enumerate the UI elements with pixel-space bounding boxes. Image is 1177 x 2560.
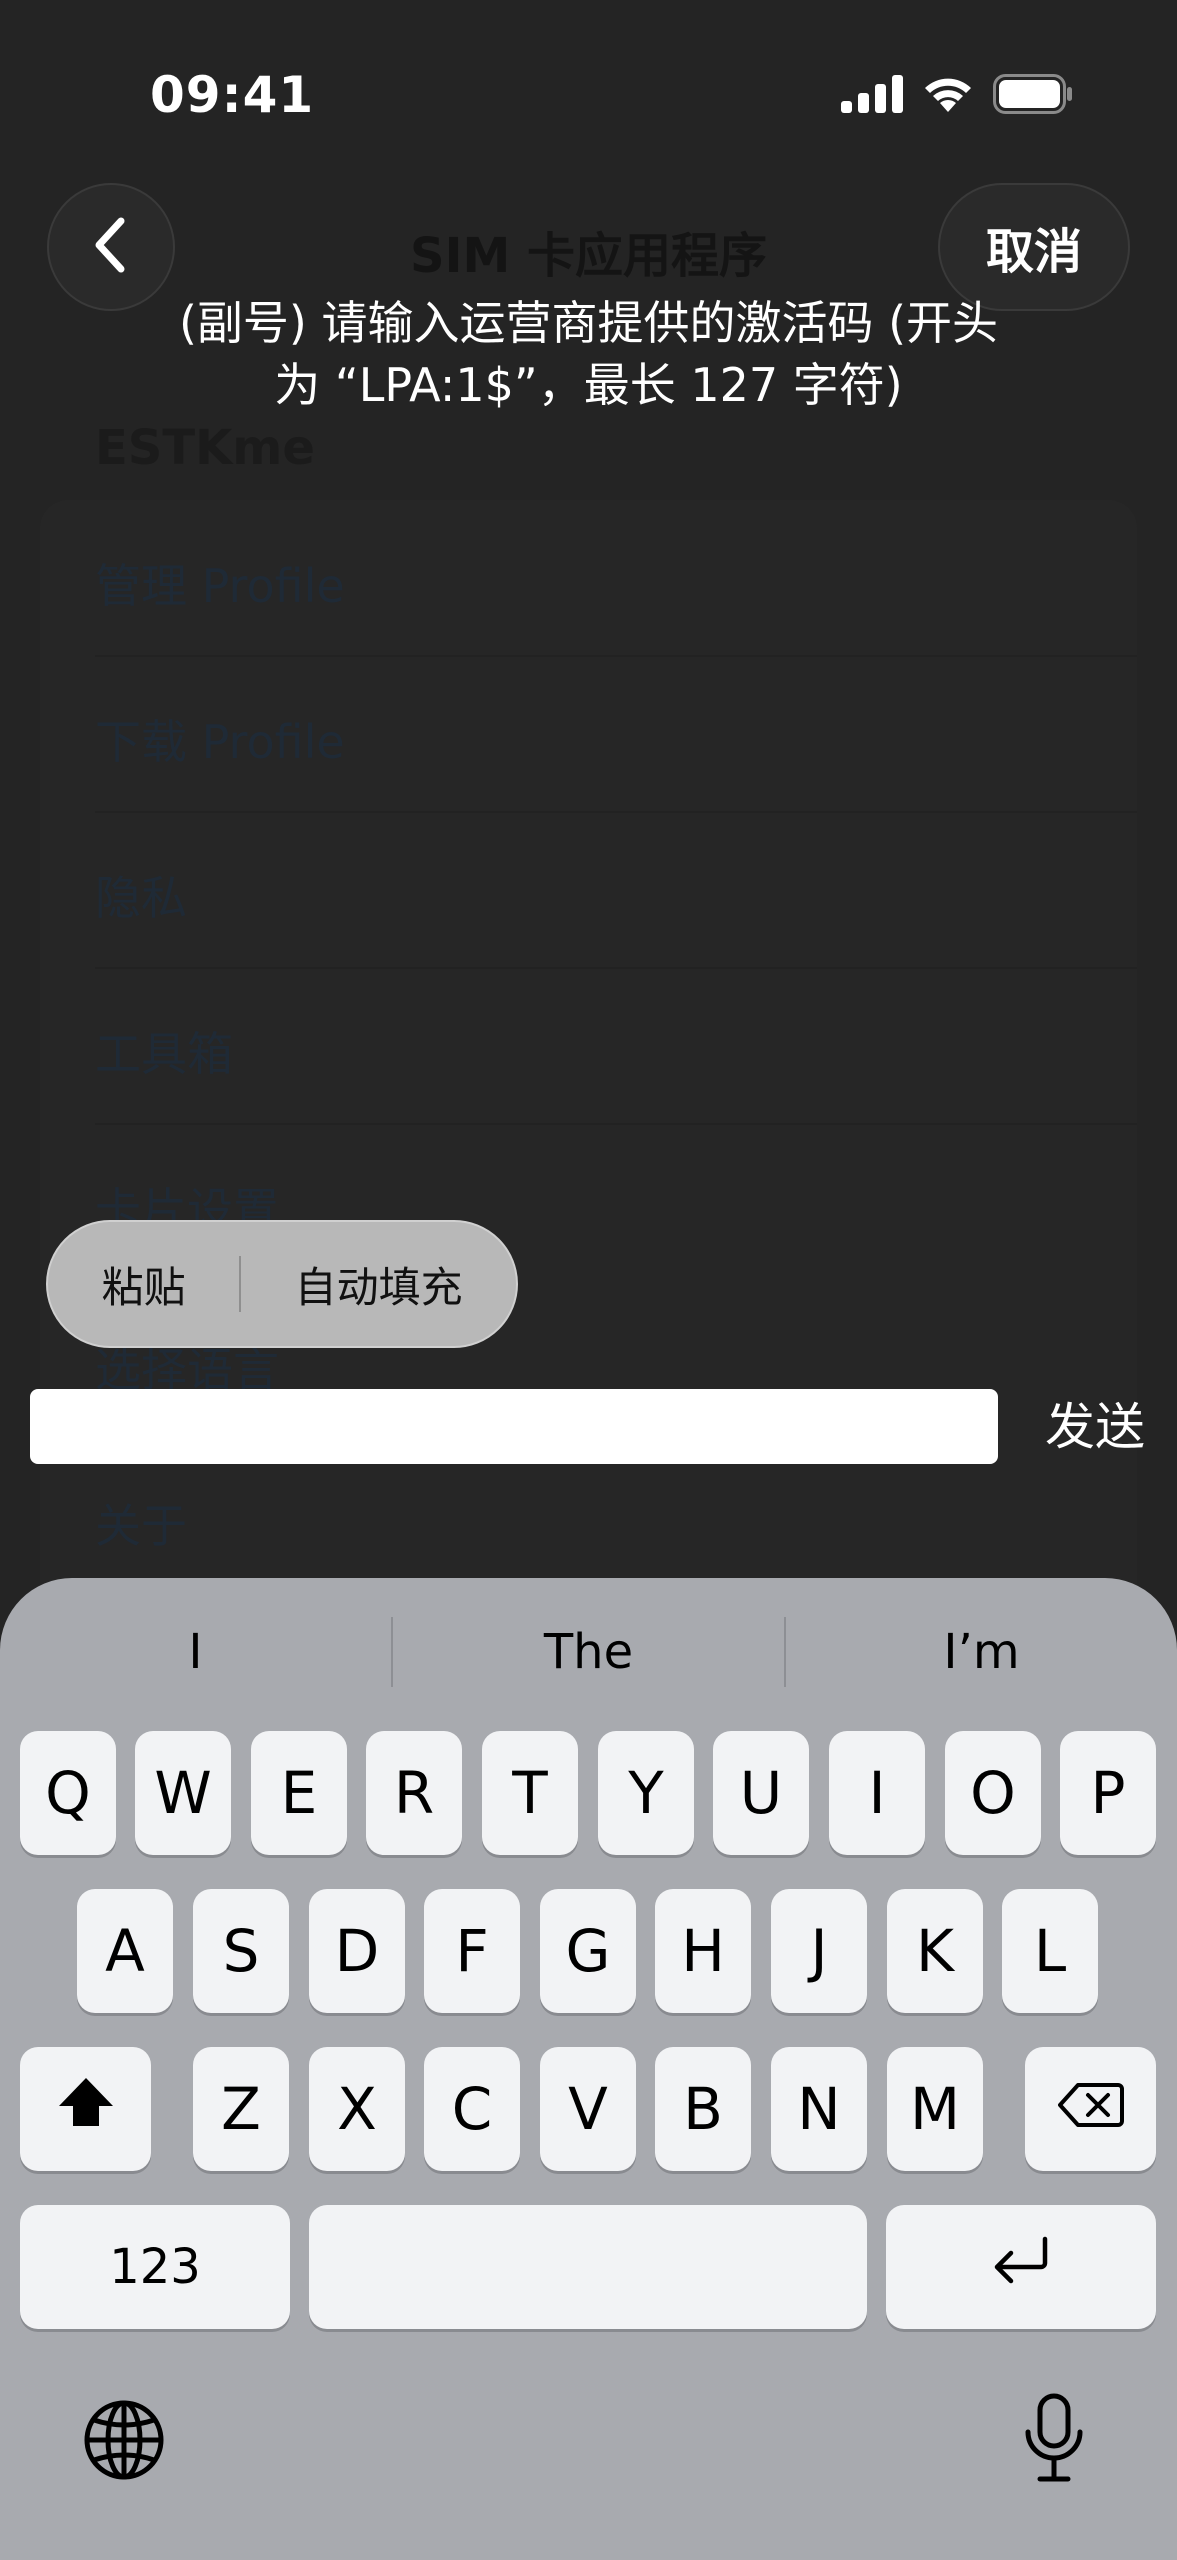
predictive-bar: I The I’m xyxy=(0,1614,1177,1690)
divider xyxy=(95,1123,1137,1125)
background-item-toolbox: 工具箱 xyxy=(95,1027,233,1081)
autofill-menu-item[interactable]: 自动填充 xyxy=(241,1254,516,1315)
divider xyxy=(95,967,1137,969)
shift-key[interactable] xyxy=(20,2047,151,2171)
background-item-about: 关于 xyxy=(95,1499,187,1553)
key-x[interactable]: X xyxy=(309,2047,405,2171)
activation-code-input[interactable] xyxy=(30,1389,998,1464)
key-j[interactable]: J xyxy=(771,1889,867,2013)
shift-icon xyxy=(55,2074,117,2144)
prediction-item[interactable]: The xyxy=(393,1624,784,1680)
background-item-download-profile: 下载 Profile xyxy=(95,715,345,769)
return-key[interactable] xyxy=(886,2205,1156,2329)
activation-code-prompt: (副号) 请输入运营商提供的激活码 (开头 为 “LPA:1$”，最长 127 … xyxy=(110,292,1067,416)
key-y[interactable]: Y xyxy=(598,1731,694,1855)
key-f[interactable]: F xyxy=(424,1889,520,2013)
paste-menu-item[interactable]: 粘贴 xyxy=(48,1254,239,1315)
microphone-icon[interactable] xyxy=(1010,2388,1098,2488)
keyboard: I The I’m Q W E R T Y U I O P A S D F G … xyxy=(0,1578,1177,2560)
key-r[interactable]: R xyxy=(366,1731,462,1855)
key-z[interactable]: Z xyxy=(193,2047,289,2171)
key-d[interactable]: D xyxy=(309,1889,405,2013)
key-w[interactable]: W xyxy=(135,1731,231,1855)
numbers-key-label: 123 xyxy=(109,2239,201,2295)
prediction-item[interactable]: I’m xyxy=(786,1624,1177,1680)
key-b[interactable]: B xyxy=(655,2047,751,2171)
key-g[interactable]: G xyxy=(540,1889,636,2013)
background-item-privacy: 隐私 xyxy=(95,871,187,925)
key-o[interactable]: O xyxy=(945,1731,1041,1855)
key-a[interactable]: A xyxy=(77,1889,173,2013)
key-v[interactable]: V xyxy=(540,2047,636,2171)
edit-menu: 粘贴 自动填充 xyxy=(46,1220,518,1348)
key-u[interactable]: U xyxy=(713,1731,809,1855)
backspace-icon xyxy=(1057,2075,1124,2143)
globe-icon[interactable] xyxy=(80,2396,168,2484)
key-l[interactable]: L xyxy=(1002,1889,1098,2013)
key-i[interactable]: I xyxy=(829,1731,925,1855)
chevron-left-icon xyxy=(89,215,133,279)
prediction-item[interactable]: I xyxy=(0,1624,391,1680)
key-s[interactable]: S xyxy=(193,1889,289,2013)
prompt-line-1: (副号) 请输入运营商提供的激活码 (开头 xyxy=(178,296,999,350)
key-t[interactable]: T xyxy=(482,1731,578,1855)
cellular-signal-icon xyxy=(841,75,903,117)
wifi-icon xyxy=(921,74,975,118)
space-key[interactable] xyxy=(309,2205,867,2329)
background-section-header: ESTKme xyxy=(95,420,315,476)
prompt-line-2: 为 “LPA:1$”，最长 127 字符) xyxy=(274,358,903,412)
key-e[interactable]: E xyxy=(251,1731,347,1855)
return-icon xyxy=(989,2233,1053,2301)
send-button[interactable]: 发送 xyxy=(1035,1392,1155,1462)
status-icons xyxy=(841,74,1073,118)
key-n[interactable]: N xyxy=(771,2047,867,2171)
key-p[interactable]: P xyxy=(1060,1731,1156,1855)
numbers-key[interactable]: 123 xyxy=(20,2205,290,2329)
divider xyxy=(95,655,1137,657)
backspace-key[interactable] xyxy=(1025,2047,1156,2171)
key-q[interactable]: Q xyxy=(20,1731,116,1855)
battery-icon xyxy=(993,74,1073,118)
divider xyxy=(95,811,1137,813)
key-h[interactable]: H xyxy=(655,1889,751,2013)
status-time: 09:41 xyxy=(150,66,315,124)
key-m[interactable]: M xyxy=(887,2047,983,2171)
key-c[interactable]: C xyxy=(424,2047,520,2171)
background-item-manage-profile: 管理 Profile xyxy=(95,559,345,613)
key-k[interactable]: K xyxy=(887,1889,983,2013)
